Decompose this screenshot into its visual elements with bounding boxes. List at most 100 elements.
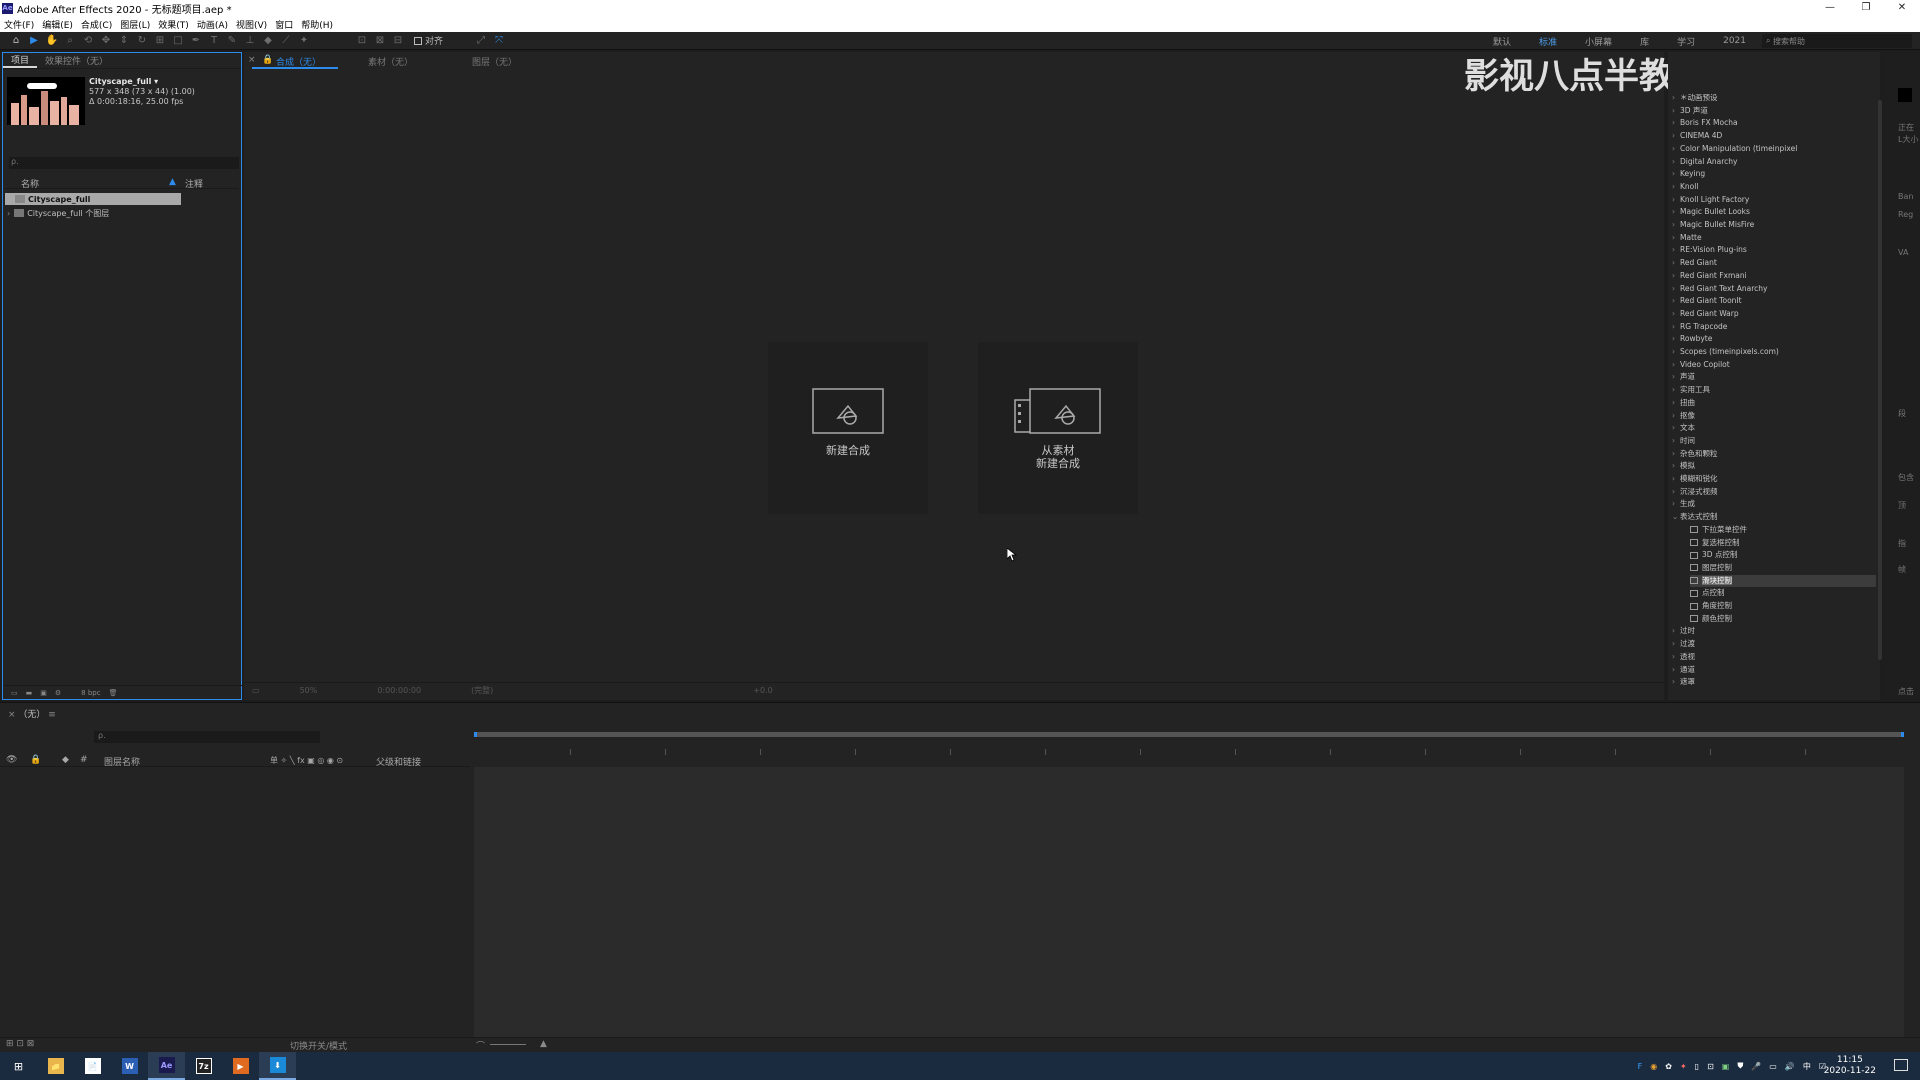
expand-arrow-icon[interactable]: ›	[1672, 448, 1680, 460]
snapping-toggle[interactable]: 对齐	[414, 34, 443, 47]
expand-arrow-icon[interactable]: ›	[1672, 194, 1680, 206]
effect-category[interactable]: › 沉浸式视频	[1672, 486, 1718, 498]
expand-arrow-icon[interactable]: ›	[1672, 244, 1680, 256]
orbit-camera-icon[interactable]: ⟲	[80, 34, 96, 48]
roto-brush-icon[interactable]: ⟋	[278, 34, 294, 48]
menu-animation[interactable]: 动画(A)	[193, 18, 232, 31]
effect-item[interactable]: 3D 点控制	[1690, 549, 1876, 561]
expand-arrow-icon[interactable]: ›	[1672, 625, 1680, 637]
effect-category[interactable]: › 过时	[1672, 625, 1695, 637]
effect-category[interactable]: › 实用工具	[1672, 384, 1710, 396]
new-folder-icon[interactable]: ▬	[26, 689, 33, 697]
expand-arrow-icon[interactable]: ›	[1672, 92, 1680, 104]
effect-category[interactable]: › Magic Bullet MisFire	[1672, 219, 1754, 231]
expand-arrow-icon[interactable]: ›	[1672, 308, 1680, 320]
effect-category[interactable]: › 声道	[1672, 371, 1695, 383]
expand-arrow-icon[interactable]: ›	[1672, 638, 1680, 650]
effect-category[interactable]: › Color Manipulation (timeinpixel	[1672, 143, 1797, 155]
effect-category[interactable]: › Keying	[1672, 168, 1705, 180]
effect-category[interactable]: › RG Trapcode	[1672, 321, 1727, 333]
visibility-icon[interactable]: 👁	[6, 755, 17, 765]
eraser-tool-icon[interactable]: ◆	[260, 34, 276, 48]
effect-category[interactable]: › 模糊和锐化	[1672, 473, 1718, 485]
expand-arrow-icon[interactable]: ›	[1672, 156, 1680, 168]
media-player-icon[interactable]: ▶	[222, 1052, 259, 1080]
column-parent-link[interactable]: 父级和链接	[376, 755, 421, 768]
expand-arrow-icon[interactable]: ›	[1672, 422, 1680, 434]
expand-arrow-icon[interactable]: ›	[1672, 219, 1680, 231]
effect-category[interactable]: › Knoll	[1672, 181, 1698, 193]
menu-view[interactable]: 视图(V)	[232, 18, 271, 31]
effect-item[interactable]: 图层控制	[1690, 562, 1876, 574]
bit-depth-label[interactable]: 8 bpc	[81, 689, 100, 697]
sort-arrow-icon[interactable]: ▲	[169, 177, 176, 187]
zoom-tool-icon[interactable]: ⌕	[62, 34, 78, 48]
puppet-tool-icon[interactable]: ✦	[296, 34, 312, 48]
effect-item[interactable]: 滑块控制	[1690, 574, 1876, 587]
home-icon[interactable]: ⌂	[8, 34, 24, 48]
effect-category[interactable]: › 过渡	[1672, 638, 1695, 650]
new-comp-from-footage-card[interactable]: 从素材 新建合成	[978, 342, 1138, 514]
tray-app-icon[interactable]: ▯	[1695, 1062, 1699, 1071]
view-axis-icon[interactable]: ⊟	[390, 34, 406, 48]
effect-category[interactable]: › CINEMA 4D	[1672, 130, 1722, 142]
minimize-button[interactable]: —	[1812, 0, 1848, 16]
effect-category[interactable]: › Red Giant ToonIt	[1672, 295, 1742, 307]
timeline-search-input[interactable]: ρ.	[94, 731, 320, 743]
notepad-icon[interactable]: 📄	[74, 1052, 111, 1080]
trash-icon[interactable]: 🗑	[109, 689, 118, 697]
expand-arrow-icon[interactable]: ›	[1672, 359, 1680, 371]
type-tool-icon[interactable]: T	[206, 34, 222, 48]
effect-category[interactable]: › Matte	[1672, 232, 1702, 244]
taskbar-clock[interactable]: 11:15 2020-11-22	[1824, 1055, 1876, 1077]
local-axis-icon[interactable]: ⊡	[354, 34, 370, 48]
brush-tool-icon[interactable]: ✎	[224, 34, 240, 48]
rotate-tool-icon[interactable]: ↻	[134, 34, 150, 48]
network-icon[interactable]: ▭	[1769, 1062, 1777, 1071]
expand-arrow-icon[interactable]: ⌄	[1672, 511, 1680, 523]
expand-arrow-icon[interactable]: ›	[1672, 410, 1680, 422]
effect-category[interactable]: › 模拟	[1672, 460, 1695, 472]
effect-item[interactable]: 复选框控制	[1690, 537, 1876, 549]
expand-arrow-icon[interactable]: ›	[1672, 473, 1680, 485]
lock-icon[interactable]: 🔒	[262, 55, 273, 65]
effect-category[interactable]: › Red Giant Warp	[1672, 308, 1739, 320]
effect-category[interactable]: › 杂色和颗粒	[1672, 448, 1718, 460]
volume-icon[interactable]: 🔊	[1785, 1062, 1795, 1071]
expand-arrow-icon[interactable]: ›	[1672, 346, 1680, 358]
column-comment[interactable]: 注释	[185, 177, 203, 190]
effect-item[interactable]: 角度控制	[1690, 600, 1876, 612]
expand-icon[interactable]: ⤧	[491, 34, 507, 48]
menu-edit[interactable]: 编辑(E)	[38, 18, 77, 31]
expand-arrow-icon[interactable]: ›	[1672, 460, 1680, 472]
column-layer-name[interactable]: 图层名称	[104, 755, 140, 768]
effect-item[interactable]: 下拉菜单控件	[1690, 524, 1876, 536]
expand-arrow-icon[interactable]: ›	[1672, 384, 1680, 396]
zoom-in-icon[interactable]: ▲	[540, 1039, 547, 1049]
current-time[interactable]: 0:00:00:00	[377, 686, 421, 695]
pen-tool-icon[interactable]: ✒	[188, 34, 204, 48]
color-swatch[interactable]	[1898, 88, 1912, 102]
effect-category[interactable]: › Red Giant Text Anarchy	[1672, 283, 1767, 295]
menu-file[interactable]: 文件(F)	[0, 18, 38, 31]
expand-arrow-icon[interactable]: ›	[1672, 664, 1680, 676]
rectangle-tool-icon[interactable]: □	[170, 34, 186, 48]
expand-arrow-icon[interactable]: ›	[1672, 232, 1680, 244]
microphone-icon[interactable]: 🎤	[1751, 1062, 1761, 1071]
label-icon[interactable]: ◆	[62, 755, 69, 765]
effect-category[interactable]: ⌄ 表达式控制	[1672, 511, 1718, 523]
workspace-default[interactable]: 默认	[1479, 35, 1525, 48]
zoom-out-icon[interactable]: ⌒	[476, 1039, 485, 1052]
effect-category[interactable]: › Magic Bullet Looks	[1672, 206, 1750, 218]
effect-category[interactable]: › 通道	[1672, 664, 1695, 676]
start-button-icon[interactable]: ⊞	[0, 1052, 37, 1080]
menu-composition[interactable]: 合成(C)	[77, 18, 116, 31]
after-effects-taskbar-icon[interactable]: Ae	[148, 1052, 185, 1080]
project-item-folder[interactable]: › Cityscape_full 个图层	[5, 207, 109, 219]
strip-label[interactable]: Ban	[1898, 192, 1913, 201]
effect-category[interactable]: › ＊动画预设	[1672, 92, 1718, 104]
tab-layer[interactable]: 图层（无）	[472, 55, 517, 68]
tab-project[interactable]: 项目	[3, 53, 38, 68]
always-preview-icon[interactable]: ▭	[252, 686, 260, 695]
expand-arrow-icon[interactable]: ›	[1672, 498, 1680, 510]
